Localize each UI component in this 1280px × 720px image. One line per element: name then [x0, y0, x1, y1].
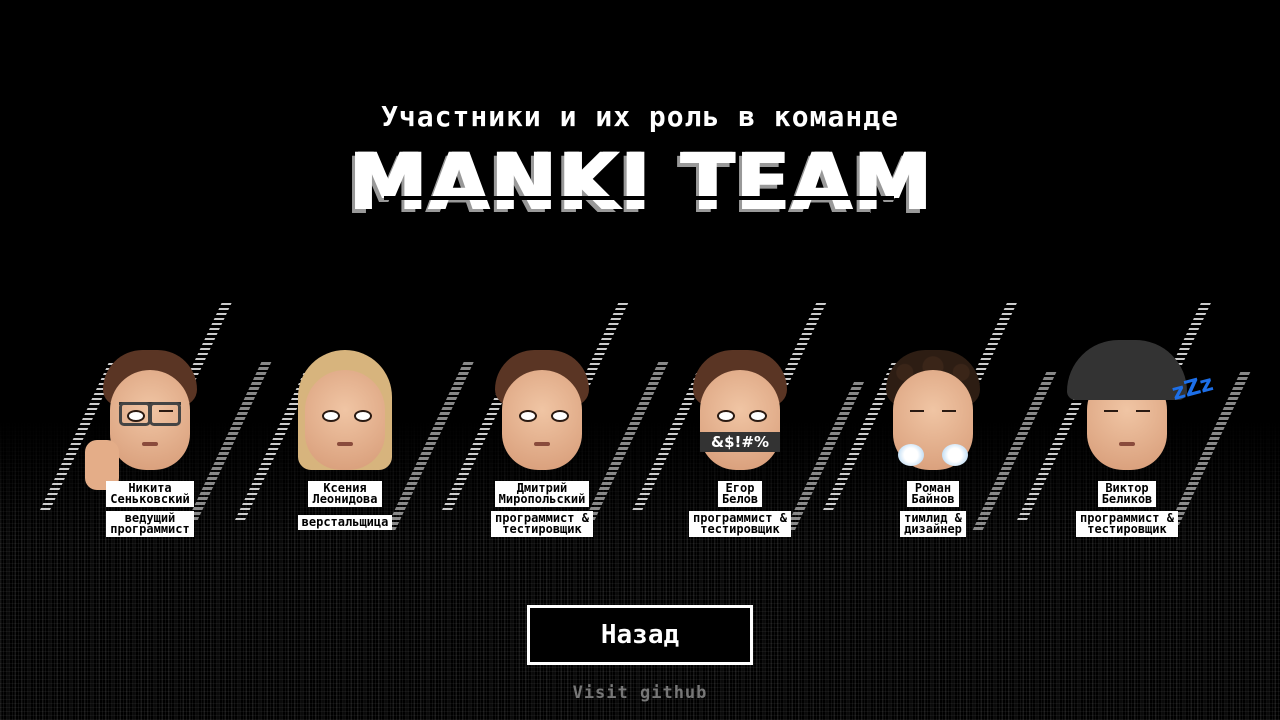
avatar-face	[700, 370, 780, 470]
member-card: Дмитрий Миропольский программист & тести…	[442, 300, 670, 550]
team-screen: Участники и их роль в команде MANKI TEAM…	[0, 0, 1280, 720]
mouth-icon	[337, 442, 353, 446]
eye-icon	[717, 410, 735, 422]
avatar: zZz	[1067, 340, 1216, 480]
eye-icon	[551, 410, 569, 422]
eye-icon	[127, 410, 145, 422]
member-role: программист & тестировщик	[645, 511, 835, 537]
member-name: Ксения Леонидова	[250, 481, 440, 507]
member-role: тимлид & дизайнер	[838, 511, 1028, 537]
avatar	[878, 340, 988, 480]
eye-icon	[1104, 410, 1118, 412]
member-card: Роман Байнов тимлид & дизайнер	[823, 300, 1058, 550]
member-card: &$!#% Егор Белов программист & тестировщ…	[632, 300, 865, 550]
avatar: &$!#%	[685, 340, 795, 480]
avatar	[290, 340, 400, 480]
avatar	[487, 340, 597, 480]
steam-puff-icon	[898, 444, 924, 466]
avatar-face	[502, 370, 582, 470]
page-subtitle: Участники и их роль в команде	[381, 100, 899, 133]
eye-icon	[354, 410, 372, 422]
eye-icon	[322, 410, 340, 422]
member-name: Дмитрий Миропольский	[447, 481, 637, 507]
mouth-icon	[1119, 442, 1135, 446]
censor-bar: &$!#%	[700, 432, 780, 452]
sleeping-zzz-icon: zZz	[1169, 371, 1216, 406]
eye-icon	[1136, 410, 1150, 412]
title-glitch-line	[400, 212, 870, 215]
bucket-hat-icon	[1067, 340, 1187, 400]
member-name: Роман Байнов	[838, 481, 1028, 507]
member-role: верстальщица	[250, 511, 440, 530]
steam-puff-icon	[942, 444, 968, 466]
member-name: Егор Белов	[645, 481, 835, 507]
member-card: zZz Виктор Беликов программист & тестиро…	[1017, 300, 1252, 550]
member-card: Ксения Леонидова верстальщица	[235, 300, 475, 550]
member-card: Никита Сеньковский ведущий программист	[40, 300, 273, 550]
eye-icon	[159, 410, 173, 412]
eye-icon	[942, 410, 956, 412]
member-name: Никита Сеньковский	[55, 481, 245, 507]
mouth-icon	[534, 442, 550, 446]
back-button[interactable]: Назад	[527, 605, 753, 665]
member-name: Виктор Беликов	[1032, 481, 1222, 507]
avatar	[85, 340, 205, 490]
eye-icon	[519, 410, 537, 422]
member-role: ведущий программист	[55, 511, 245, 537]
member-role: программист & тестировщик	[447, 511, 637, 537]
avatar-face	[305, 370, 385, 470]
member-role: программист & тестировщик	[1032, 511, 1222, 537]
eye-icon	[910, 410, 924, 412]
eye-icon	[749, 410, 767, 422]
mouth-icon	[142, 442, 158, 446]
github-link[interactable]: Visit github	[0, 683, 1280, 703]
title-glitch-line	[384, 196, 894, 200]
